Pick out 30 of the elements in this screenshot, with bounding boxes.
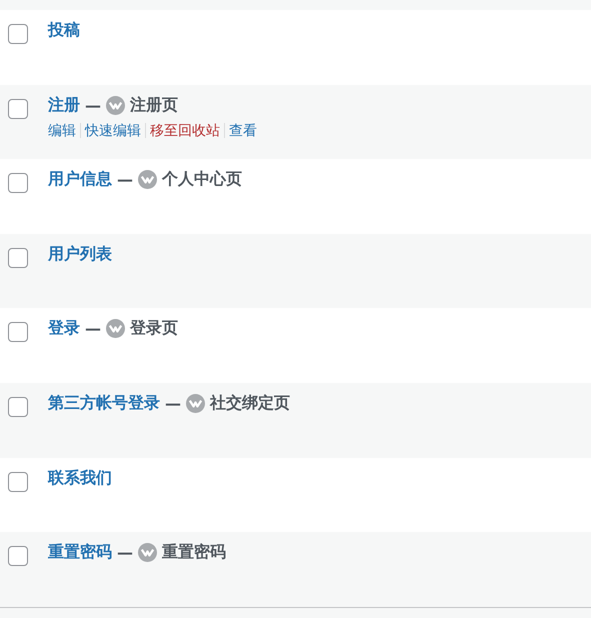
page-title-link[interactable]: 联系我们 xyxy=(48,468,112,489)
page-state-label: 个人中心页 xyxy=(162,169,242,190)
checkbox[interactable] xyxy=(8,173,28,194)
page-state-label: 重置密码 xyxy=(162,542,226,564)
dash: — xyxy=(165,394,181,413)
dash: — xyxy=(85,319,101,338)
page-title-link[interactable]: 登录 xyxy=(48,318,80,340)
dash: — xyxy=(117,170,133,190)
checkbox[interactable] xyxy=(8,546,28,566)
trash-link[interactable]: 移至回收站 xyxy=(150,122,220,140)
checkbox[interactable] xyxy=(8,248,28,268)
row-action-link[interactable]: 编辑 xyxy=(48,122,76,140)
checkbox[interactable] xyxy=(8,396,28,417)
page-title-link[interactable]: 重置密码 xyxy=(48,542,112,564)
page-state-label: 登录页 xyxy=(130,318,178,340)
checkbox[interactable] xyxy=(8,98,28,119)
page-state-label: 注册页 xyxy=(130,94,178,116)
page-state-label: 社交绑定页 xyxy=(210,392,290,414)
page-title-link[interactable]: 用户信息 xyxy=(48,169,112,190)
page-title-link[interactable]: 第三方帐号登录 xyxy=(48,392,160,414)
page-title-link[interactable]: 投稿 xyxy=(48,20,80,41)
checkbox[interactable] xyxy=(8,322,28,342)
dash: — xyxy=(85,96,101,115)
page-title-link[interactable]: 注册 xyxy=(48,94,80,116)
checkbox[interactable] xyxy=(8,472,28,492)
page-title-link[interactable]: 用户列表 xyxy=(48,244,112,265)
row-action-link[interactable]: 快速编辑 xyxy=(85,122,141,140)
checkbox[interactable] xyxy=(8,24,28,44)
row-action-link[interactable]: 查看 xyxy=(229,122,257,140)
dash: — xyxy=(117,543,133,562)
